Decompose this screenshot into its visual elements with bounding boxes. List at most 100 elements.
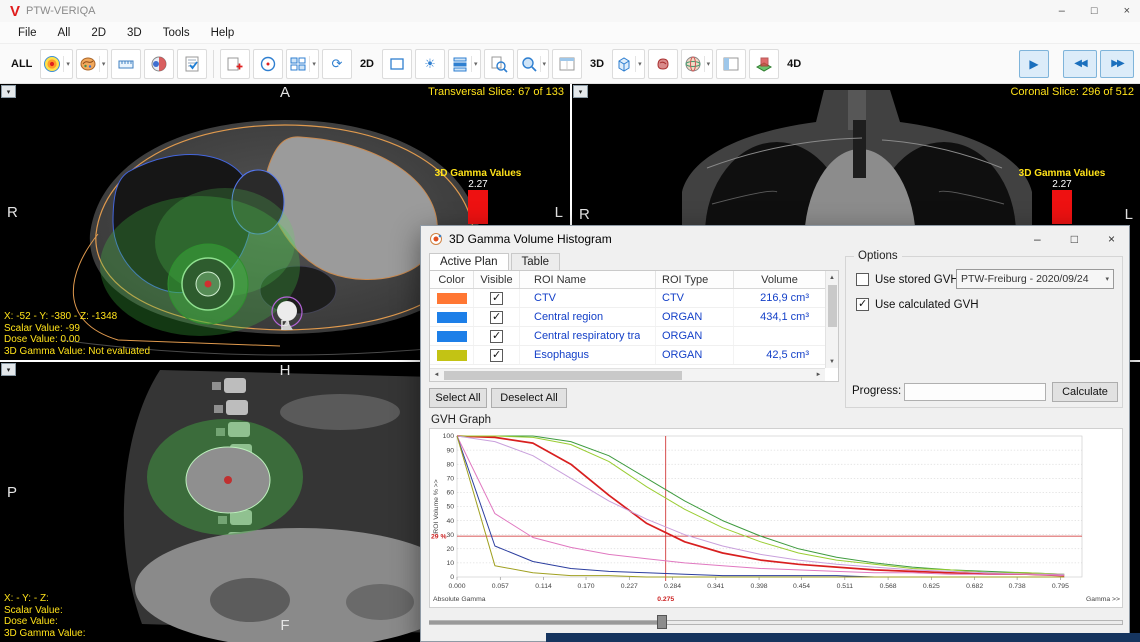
dialog-title: 3D Gamma Volume Histogram [449, 232, 612, 246]
dose-display-button[interactable]: ▾ [40, 49, 73, 79]
roi-volume: 42,5 cm³ [766, 349, 809, 361]
panel-3d-button[interactable] [716, 49, 746, 79]
plan-check-button[interactable] [177, 49, 207, 79]
roi-visible-checkbox[interactable] [490, 292, 503, 305]
dialog-maximize-button[interactable]: □ [1071, 232, 1078, 246]
gamma-histogram-dialog: 3D Gamma Volume Histogram – □ × Active P… [420, 225, 1130, 642]
window-level-button[interactable]: ☀ [415, 49, 445, 79]
menu-3d[interactable]: 3D [121, 27, 157, 39]
chevron-down-icon[interactable]: ▾ [540, 56, 547, 72]
roi-type: ORGAN [662, 330, 702, 342]
window-minimize-button[interactable]: – [1059, 5, 1065, 17]
table-row[interactable]: Central respiratory tra ORGAN [430, 327, 826, 346]
stored-plan-dropdown[interactable]: PTW-Freiburg - 2020/09/24 ▾ [956, 269, 1114, 289]
anatomy-icon [79, 55, 97, 73]
svg-text:0.625: 0.625 [923, 583, 940, 590]
rotate-3d-button[interactable]: ▾ [681, 49, 714, 79]
window-close-button[interactable]: × [1124, 5, 1130, 17]
play-button[interactable]: ▶ [1019, 50, 1049, 78]
orientation-left: L [555, 204, 563, 221]
scroll-down-icon[interactable]: ▼ [826, 355, 839, 368]
crossing-planes-icon [755, 55, 773, 73]
ruler-button[interactable] [111, 49, 141, 79]
scrollbar-thumb[interactable] [828, 285, 837, 327]
use-stored-gvh-checkbox[interactable] [856, 273, 869, 286]
panel-3d-icon [722, 55, 740, 73]
roi-color-swatch [437, 312, 467, 323]
scroll-left-icon[interactable]: ◄ [430, 369, 443, 382]
calculate-button[interactable]: Calculate [1052, 382, 1118, 402]
toolbar-label-2d: 2D [360, 58, 374, 70]
roi-visible-checkbox[interactable] [490, 311, 503, 324]
viewport-menu-button[interactable]: ▾ [1, 363, 16, 376]
menu-2d[interactable]: 2D [85, 27, 121, 39]
step-forward-button[interactable]: ▶▶ [1100, 50, 1134, 78]
viewport-menu-button[interactable]: ▾ [1, 85, 16, 98]
brain-icon [654, 55, 672, 73]
select-all-button[interactable]: Select All [429, 388, 487, 408]
dose-bullseye-icon [43, 55, 61, 73]
anatomy-display-button[interactable]: ▾ [76, 49, 109, 79]
layout-button[interactable]: ▾ [286, 49, 319, 79]
svg-text:40: 40 [446, 518, 454, 525]
chevron-down-icon[interactable]: ▾ [99, 56, 106, 72]
table-row[interactable]: Central region ORGAN 434,1 cm³ [430, 308, 826, 327]
roi-name: Esophagus [534, 349, 589, 361]
toolbar: ALL ▾ ▾ ▾ ⟳ 2D [0, 44, 1140, 84]
slider-handle[interactable] [657, 615, 667, 629]
use-calculated-gvh-checkbox[interactable] [856, 298, 869, 311]
table-row[interactable]: CTV CTV 216,9 cm³ [430, 289, 826, 308]
svg-text:0.454: 0.454 [793, 583, 810, 590]
planes-3d-button[interactable] [749, 49, 779, 79]
dialog-icon [429, 232, 443, 246]
orientation-posterior: P [7, 484, 17, 501]
reset-view-button[interactable]: ⟳ [322, 49, 352, 79]
anatomy-3d-button[interactable] [648, 49, 678, 79]
roi-table-body: CTV CTV 216,9 cm³ Central region ORGAN 4… [430, 289, 826, 365]
tab-active-plan[interactable]: Active Plan [429, 253, 509, 271]
svg-text:30: 30 [446, 532, 454, 539]
svg-text:0.682: 0.682 [966, 583, 983, 590]
svg-text:100: 100 [443, 433, 455, 440]
chevron-down-icon[interactable]: ▾ [635, 56, 642, 72]
tab-table[interactable]: Table [511, 253, 561, 271]
orientation-anterior: A [280, 84, 290, 101]
search-zoom-button[interactable] [484, 49, 514, 79]
dialog-minimize-button[interactable]: – [1034, 232, 1041, 246]
table-vertical-scrollbar[interactable]: ▲ ▼ [825, 271, 838, 368]
chevron-down-icon: ▾ [1105, 275, 1109, 283]
roi-visible-checkbox[interactable] [490, 349, 503, 362]
zoom-button[interactable]: ▾ [517, 49, 550, 79]
menu-tools[interactable]: Tools [157, 27, 205, 39]
add-point-button[interactable] [220, 49, 250, 79]
svg-text:0.114: 0.114 [535, 583, 552, 590]
menu-file[interactable]: File [12, 27, 52, 39]
rect-select-button[interactable] [382, 49, 412, 79]
chevron-down-icon[interactable]: ▾ [63, 56, 70, 72]
structure-sphere-button[interactable] [144, 49, 174, 79]
viewport-menu-button[interactable]: ▾ [573, 85, 588, 98]
gamma-threshold-slider[interactable] [429, 615, 1123, 629]
ruler-icon [117, 55, 135, 73]
table-row[interactable]: Esophagus ORGAN 42,5 cm³ [430, 346, 826, 365]
scrollbar-thumb[interactable] [444, 371, 682, 380]
chevron-down-icon[interactable]: ▾ [471, 56, 478, 72]
slice-mode-button[interactable]: ▾ [448, 49, 481, 79]
chevron-down-icon[interactable]: ▾ [309, 56, 316, 72]
cursor-status: X: -52 - Y: -380 - Z: -1348 Scalar Value… [4, 311, 150, 357]
dialog-close-button[interactable]: × [1108, 232, 1115, 246]
menu-all[interactable]: All [52, 27, 86, 39]
chevron-down-icon[interactable]: ▾ [704, 56, 711, 72]
menu-help[interactable]: Help [205, 27, 250, 39]
view-3d-button[interactable]: ▾ [612, 49, 645, 79]
deselect-all-button[interactable]: Deselect All [491, 388, 567, 408]
step-backward-button[interactable]: ◀◀ [1063, 50, 1097, 78]
roi-visible-checkbox[interactable] [490, 330, 503, 343]
window-maximize-button[interactable]: □ [1091, 5, 1098, 17]
table-horizontal-scrollbar[interactable]: ◄ ► [430, 368, 825, 381]
scroll-up-icon[interactable]: ▲ [826, 271, 839, 284]
scroll-right-icon[interactable]: ► [812, 369, 825, 382]
roi-type: CTV [662, 292, 684, 304]
report-panel-button[interactable] [552, 49, 582, 79]
point-circle-button[interactable] [253, 49, 283, 79]
